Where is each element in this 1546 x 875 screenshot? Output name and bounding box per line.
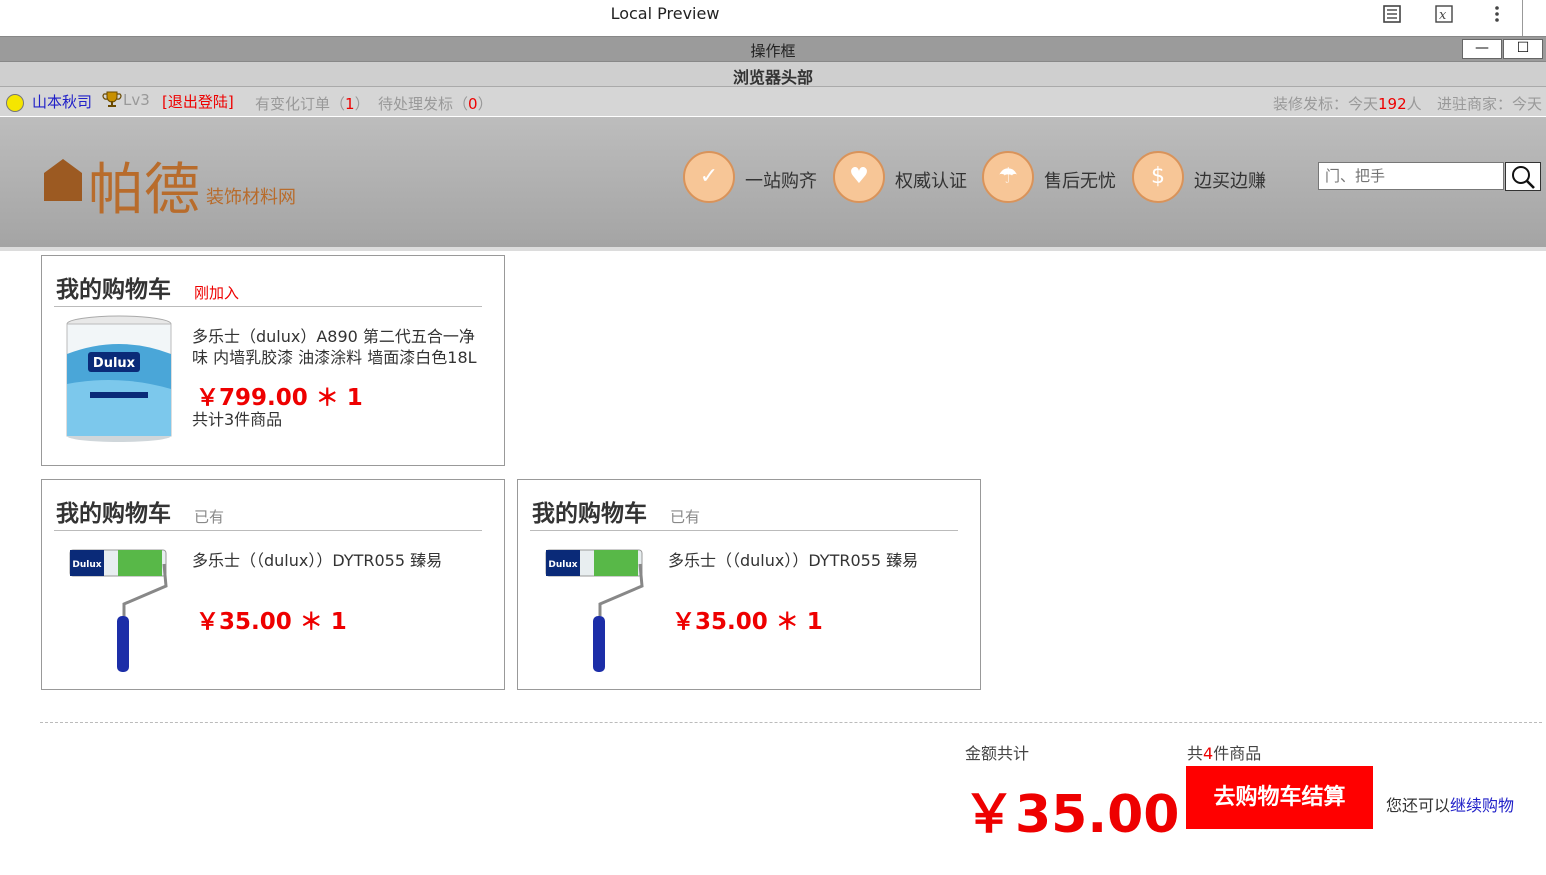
- svg-text:Dulux: Dulux: [93, 356, 136, 371]
- cart-card: 我的购物车 刚加入 Dulux 多乐士（dulux）A890 第二代五合一净味 …: [41, 255, 505, 466]
- heart-icon: ♥: [833, 151, 885, 203]
- total-label: 金额共计: [965, 744, 1030, 763]
- operation-frame-bar: 操作框 — ☐: [0, 36, 1546, 62]
- logo-house-icon: [44, 159, 82, 201]
- trophy-icon: [102, 89, 122, 113]
- cart-card: 我的购物车 已有 Dulux 多乐士（（dulux））DYTR055 臻易 ￥3…: [517, 479, 981, 690]
- paint-roller-image: Dulux: [69, 549, 168, 672]
- search-input[interactable]: [1318, 162, 1504, 190]
- user-status-dot: [6, 94, 24, 112]
- logo-subtitle: 装饰材料网: [206, 187, 296, 208]
- feature-label: 一站购齐: [745, 171, 817, 192]
- card-tag: 刚加入: [194, 284, 240, 302]
- renovation-stat: 装修发标：今天192人: [1273, 95, 1422, 113]
- total-amount: ￥35.00: [963, 785, 1180, 845]
- paint-bucket-image: Dulux: [66, 315, 172, 442]
- check-icon: ✓: [683, 151, 735, 203]
- more-icon[interactable]: [1485, 4, 1509, 28]
- item-total-label: 共4件商品: [1187, 744, 1262, 763]
- logout-link[interactable]: [退出登陆]: [162, 91, 234, 112]
- divider: [54, 530, 482, 531]
- continue-shopping-text: 您还可以继续购物: [1386, 796, 1515, 815]
- card-title: 我的购物车: [56, 277, 171, 303]
- pending-bids-link[interactable]: 待处理发标（0）: [378, 93, 493, 114]
- continue-shopping-link[interactable]: 继续购物: [1450, 796, 1514, 815]
- checkout-button[interactable]: 去购物车结算: [1186, 766, 1373, 829]
- feature-label: 权威认证: [895, 171, 967, 192]
- product-name[interactable]: 多乐士（（dulux））DYTR055 臻易: [192, 550, 482, 571]
- search-icon: [1512, 166, 1535, 189]
- item-count: 共计3件商品: [192, 410, 283, 429]
- dollar-icon: $: [1132, 151, 1184, 203]
- feature-label: 售后无忧: [1044, 171, 1116, 192]
- browser-head-label: 浏览器头部: [732, 68, 813, 87]
- cart-card: 我的购物车 已有 Dulux 多乐士（（dulux））DYTR055 臻易 ￥3…: [41, 479, 505, 690]
- window-title: Local Preview: [610, 4, 720, 23]
- product-price: ￥35.00 ＊ 1: [196, 609, 347, 635]
- card-title: 我的购物车: [532, 501, 647, 527]
- divider: [530, 530, 958, 531]
- maximize-button[interactable]: ☐: [1503, 39, 1543, 59]
- search-button[interactable]: [1505, 162, 1541, 191]
- divider: [54, 306, 482, 307]
- logo-text[interactable]: 帕德: [88, 145, 200, 226]
- product-name[interactable]: 多乐士（dulux）A890 第二代五合一净味 内墙乳胶漆 油漆涂料 墙面漆白色…: [192, 326, 482, 368]
- preview-titlebar: Local Preview x: [0, 0, 1546, 37]
- card-tag: 已有: [194, 508, 225, 526]
- user-info-bar: 山本秋司 Lv3 [退出登陆] 有变化订单（1） 待处理发标（0） 装修发标：今…: [0, 87, 1546, 116]
- umbrella-icon: ☂: [982, 151, 1034, 203]
- merchants-stat: 进驻商家：今天: [1437, 95, 1543, 113]
- feature-label: 边买边赚: [1194, 171, 1266, 192]
- changed-orders-link[interactable]: 有变化订单（1）: [255, 93, 370, 114]
- divider: [1522, 0, 1523, 36]
- site-header: 帕德 装饰材料网 ✓ 一站购齐 ♥ 权威认证 ☂ 售后无忧 $ 边买边赚: [0, 117, 1546, 251]
- user-level: Lv3: [123, 91, 150, 109]
- operation-frame-label: 操作框: [750, 42, 796, 60]
- divider: [40, 722, 1542, 723]
- svg-text:Dulux: Dulux: [72, 560, 101, 570]
- svg-text:x: x: [1439, 8, 1447, 23]
- card-tag: 已有: [670, 508, 701, 526]
- paint-roller-image: Dulux: [545, 549, 644, 672]
- card-title: 我的购物车: [56, 501, 171, 527]
- minimize-button[interactable]: —: [1462, 39, 1502, 59]
- product-price: ￥35.00 ＊ 1: [672, 609, 823, 635]
- username-link[interactable]: 山本秋司: [32, 91, 92, 112]
- formula-icon[interactable]: x: [1432, 4, 1456, 28]
- reader-icon[interactable]: [1380, 4, 1404, 28]
- browser-head-bar: 浏览器头部: [0, 62, 1546, 87]
- product-name[interactable]: 多乐士（（dulux））DYTR055 臻易: [668, 550, 958, 571]
- svg-text:Dulux: Dulux: [548, 560, 577, 570]
